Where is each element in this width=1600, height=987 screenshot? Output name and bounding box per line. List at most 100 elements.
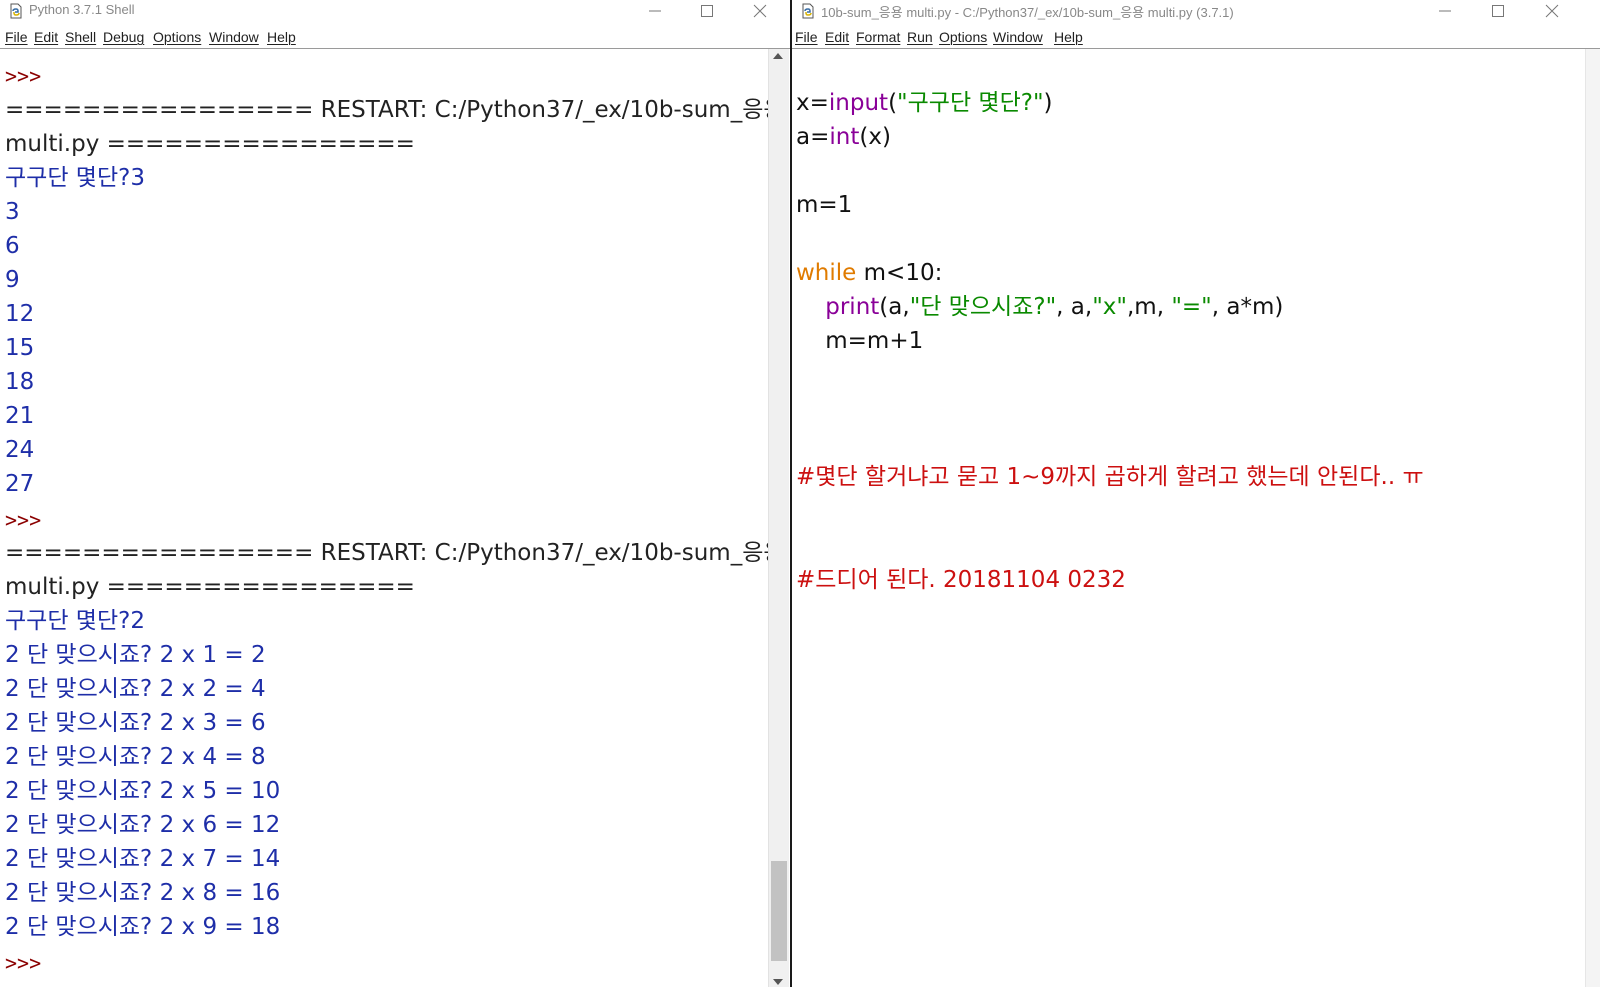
code-token: , a*m) [1211, 294, 1284, 320]
output-line: 2 단 맞으시죠? 2 x 3 = 6 [5, 710, 266, 736]
output-line: 2 단 맞으시죠? 2 x 8 = 16 [5, 880, 281, 906]
user-input-value: 2 [130, 608, 145, 634]
editor-window: 10b-sum_응용 multi.py - C:/Python37/_ex/10… [790, 0, 1600, 987]
code-line: x=input("구구단 몇단?") [796, 86, 1053, 120]
editor-titlebar[interactable]: 10b-sum_응용 multi.py - C:/Python37/_ex/10… [792, 0, 1600, 22]
comment-line: #드디어 된다. 20181104 0232 [796, 567, 1126, 593]
builtin-token: int [829, 124, 860, 150]
shell-title: Python 3.7.1 Shell [29, 2, 135, 17]
shell-minimize-button[interactable] [635, 0, 675, 22]
maximize-icon [1492, 5, 1504, 17]
string-token: "단 맞으시죠?" [909, 294, 1057, 320]
code-token: (a, [879, 294, 910, 320]
editor-title: 10b-sum_응용 multi.py - C:/Python37/_ex/10… [821, 5, 1234, 20]
output-line: 18 [5, 369, 35, 395]
menu-options[interactable]: Options [939, 29, 987, 45]
shell-output-area[interactable]: >>> ================ RESTART: C:/Python3… [0, 49, 790, 987]
close-icon [753, 4, 767, 18]
shell-titlebar[interactable]: Python 3.7.1 Shell [0, 0, 790, 22]
input-prompt-line: 구구단 몇단?2 [5, 604, 145, 638]
output-line: 12 [5, 301, 35, 327]
maximize-icon [701, 5, 713, 17]
menu-help[interactable]: Help [267, 29, 296, 45]
menu-file[interactable]: File [795, 29, 818, 45]
python-file-icon [10, 3, 22, 19]
keyword-token: while [796, 260, 857, 286]
string-token: "=" [1171, 294, 1212, 320]
menu-edit[interactable]: Edit [825, 29, 849, 45]
minimize-icon [649, 10, 661, 12]
shell-prompt: >>> [5, 64, 42, 88]
input-prompt-line: 구구단 몇단?3 [5, 161, 145, 195]
code-line: while m<10: [796, 256, 942, 290]
menu-debug[interactable]: Debug [103, 29, 144, 45]
scroll-thumb[interactable] [771, 861, 787, 961]
code-line: m=1 [796, 192, 853, 218]
close-icon [1545, 4, 1559, 18]
code-token: ,m, [1126, 294, 1172, 320]
menu-window[interactable]: Window [993, 29, 1043, 45]
editor-scrollbar[interactable] [1585, 49, 1600, 987]
restart-banner: ================ RESTART: C:/Python37/_e… [5, 540, 785, 566]
builtin-token: print [825, 294, 880, 320]
menu-file[interactable]: File [5, 29, 28, 45]
menu-help[interactable]: Help [1054, 29, 1083, 45]
menu-options[interactable]: Options [153, 29, 201, 45]
menu-window[interactable]: Window [209, 29, 259, 45]
code-token: ( [888, 90, 898, 116]
shell-close-button[interactable] [740, 0, 780, 22]
menu-shell[interactable]: Shell [65, 29, 96, 45]
code-token: a= [796, 124, 830, 150]
output-line: 2 단 맞으시죠? 2 x 2 = 4 [5, 676, 266, 702]
output-line: 2 단 맞으시죠? 2 x 1 = 2 [5, 642, 266, 668]
scroll-down-arrow-icon[interactable] [773, 979, 783, 985]
comment-line: #몇단 할거냐고 묻고 1~9까지 곱하게 할려고 했는데 안된다.. ㅠ [796, 464, 1424, 490]
editor-close-button[interactable] [1532, 0, 1572, 22]
user-input-value: 3 [130, 165, 145, 191]
code-line: m=m+1 [796, 328, 924, 354]
builtin-token: input [828, 90, 889, 116]
shell-window: Python 3.7.1 Shell File Edit Shell Debug… [0, 0, 790, 987]
code-token: ) [1043, 90, 1053, 116]
output-line: 9 [5, 267, 20, 293]
code-token: x= [796, 90, 829, 116]
input-prompt-text: 구구단 몇단? [5, 165, 131, 191]
output-line: 3 [5, 199, 20, 225]
shell-scrollbar[interactable] [768, 49, 789, 987]
editor-minimize-button[interactable] [1425, 0, 1465, 22]
shell-menubar: File Edit Shell Debug Options Window Hel… [0, 27, 790, 49]
scroll-up-arrow-icon[interactable] [773, 53, 783, 59]
restart-banner-cont: multi.py ================ [5, 574, 415, 600]
python-file-icon [802, 3, 814, 19]
output-line: 6 [5, 233, 20, 259]
restart-banner-cont: multi.py ================ [5, 131, 415, 157]
editor-menubar: File Edit Format Run Options Window Help [792, 27, 1600, 49]
output-line: 15 [5, 335, 35, 361]
restart-banner: ================ RESTART: C:/Python37/_e… [5, 97, 785, 123]
output-line: 21 [5, 403, 35, 429]
code-line: a=int(x) [796, 120, 891, 154]
editor-maximize-button[interactable] [1478, 0, 1518, 22]
code-token: m<10: [856, 260, 943, 286]
menu-edit[interactable]: Edit [34, 29, 58, 45]
output-line: 2 단 맞으시죠? 2 x 6 = 12 [5, 812, 281, 838]
output-line: 2 단 맞으시죠? 2 x 9 = 18 [5, 914, 281, 940]
string-token: "x" [1092, 294, 1127, 320]
shell-prompt: >>> [5, 951, 42, 975]
output-line: 2 단 맞으시죠? 2 x 7 = 14 [5, 846, 281, 872]
menu-format[interactable]: Format [856, 29, 900, 45]
input-prompt-text: 구구단 몇단? [5, 608, 131, 634]
shell-prompt: >>> [5, 508, 42, 532]
code-token: , a, [1056, 294, 1093, 320]
output-line: 2 단 맞으시죠? 2 x 5 = 10 [5, 778, 281, 804]
code-line: print(a,"단 맞으시죠?", a,"x",m, "=", a*m) [796, 290, 1283, 324]
string-token: "구구단 몇단?" [897, 90, 1044, 116]
menu-run[interactable]: Run [907, 29, 933, 45]
minimize-icon [1439, 10, 1451, 12]
code-token: (x) [859, 124, 891, 150]
code-editor-area[interactable]: x=input("구구단 몇단?") a=int(x) m=1 while m<… [792, 49, 1600, 987]
output-line: 2 단 맞으시죠? 2 x 4 = 8 [5, 744, 266, 770]
shell-maximize-button[interactable] [687, 0, 727, 22]
output-line: 27 [5, 471, 35, 497]
